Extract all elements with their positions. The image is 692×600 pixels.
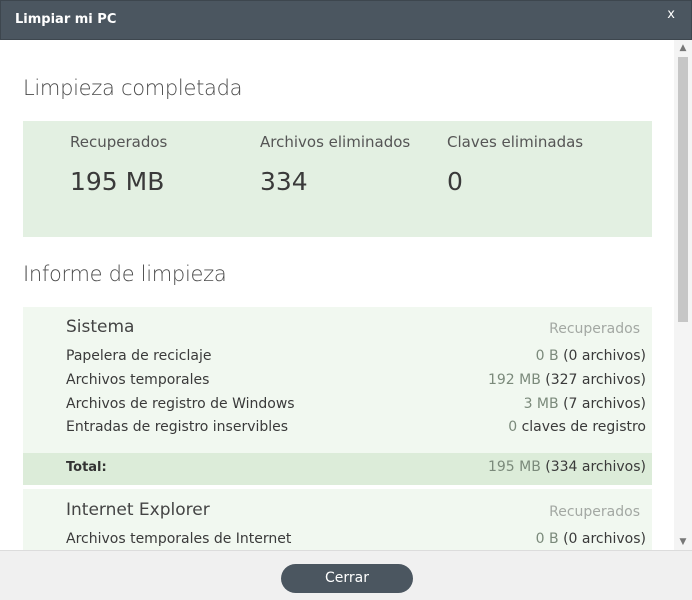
stat-label: Recuperados	[70, 133, 168, 151]
report-row: Entradas de registro inservibles 0 clave…	[66, 419, 646, 439]
row-count: claves de registro	[521, 419, 646, 435]
row-count: (0 archivos)	[563, 348, 646, 364]
summary-panel: Recuperados 195 MB Archivos eliminados 3…	[23, 121, 652, 237]
section-system-total: Total: 195 MB (334 archivos)	[23, 453, 652, 485]
stat-value: 195 MB	[70, 167, 165, 196]
row-count: (0 archivos)	[563, 531, 646, 547]
row-amount: 3 MB	[523, 396, 559, 412]
row-label: Entradas de registro inservibles	[66, 419, 289, 435]
footer: Cerrar	[0, 550, 692, 600]
stat-value: 334	[260, 167, 308, 196]
row-value: 0 B (0 archivos)	[536, 531, 646, 547]
report-row: Archivos temporales 192 MB (327 archivos…	[66, 372, 646, 392]
close-button[interactable]: Cerrar	[281, 564, 413, 593]
report-row: Papelera de reciclaje 0 B (0 archivos)	[66, 348, 646, 368]
content-area: Limpieza completada Recuperados 195 MB A…	[0, 40, 674, 550]
stat-label: Claves eliminadas	[447, 133, 584, 151]
row-value: 0 claves de registro	[508, 419, 646, 435]
row-label: Archivos de registro de Windows	[66, 396, 295, 412]
section-recovered-label: Recuperados	[549, 321, 640, 337]
section-recovered-label: Recuperados	[549, 504, 640, 520]
row-value: 192 MB (327 archivos)	[488, 372, 646, 388]
row-value: 0 B (0 archivos)	[536, 348, 646, 364]
row-count: (7 archivos)	[563, 396, 646, 412]
chevron-up-icon[interactable]: ▲	[674, 40, 692, 56]
section-system: Sistema Recuperados Papelera de reciclaj…	[23, 307, 652, 453]
row-label: Archivos temporales de Internet	[66, 531, 292, 547]
completed-heading: Limpieza completada	[23, 76, 243, 100]
row-amount: 0 B	[535, 348, 559, 364]
stat-label: Archivos eliminados	[260, 133, 411, 151]
row-count: (327 archivos)	[545, 372, 646, 388]
report-heading: Informe de limpieza	[23, 262, 227, 286]
row-amount: 192 MB	[487, 372, 541, 388]
total-label: Total:	[66, 460, 107, 475]
row-amount: 0	[508, 419, 518, 435]
section-title: Internet Explorer	[66, 500, 210, 520]
row-value: 3 MB (7 archivos)	[524, 396, 646, 412]
report-row: Archivos temporales de Internet 0 B (0 a…	[66, 531, 646, 550]
row-amount: 0 B	[535, 531, 559, 547]
report-row: Archivos de registro de Windows 3 MB (7 …	[66, 396, 646, 416]
vertical-scrollbar[interactable]: ▲ ▼	[674, 40, 692, 550]
close-icon[interactable]: x	[667, 7, 675, 22]
stat-value: 0	[447, 167, 463, 196]
title-bar: Limpiar mi PC x	[0, 0, 692, 40]
row-label: Archivos temporales	[66, 372, 210, 388]
section-title: Sistema	[66, 317, 135, 337]
chevron-down-icon[interactable]: ▼	[674, 534, 692, 550]
row-label: Papelera de reciclaje	[66, 348, 212, 364]
scrollbar-thumb[interactable]	[678, 57, 688, 322]
total-value: 195 MB (334 archivos)	[488, 459, 646, 475]
window-title: Limpiar mi PC	[15, 12, 117, 27]
total-amount: 195 MB	[487, 459, 541, 475]
section-internet-explorer: Internet Explorer Recuperados Archivos t…	[23, 489, 652, 550]
total-count: (334 archivos)	[545, 459, 646, 475]
